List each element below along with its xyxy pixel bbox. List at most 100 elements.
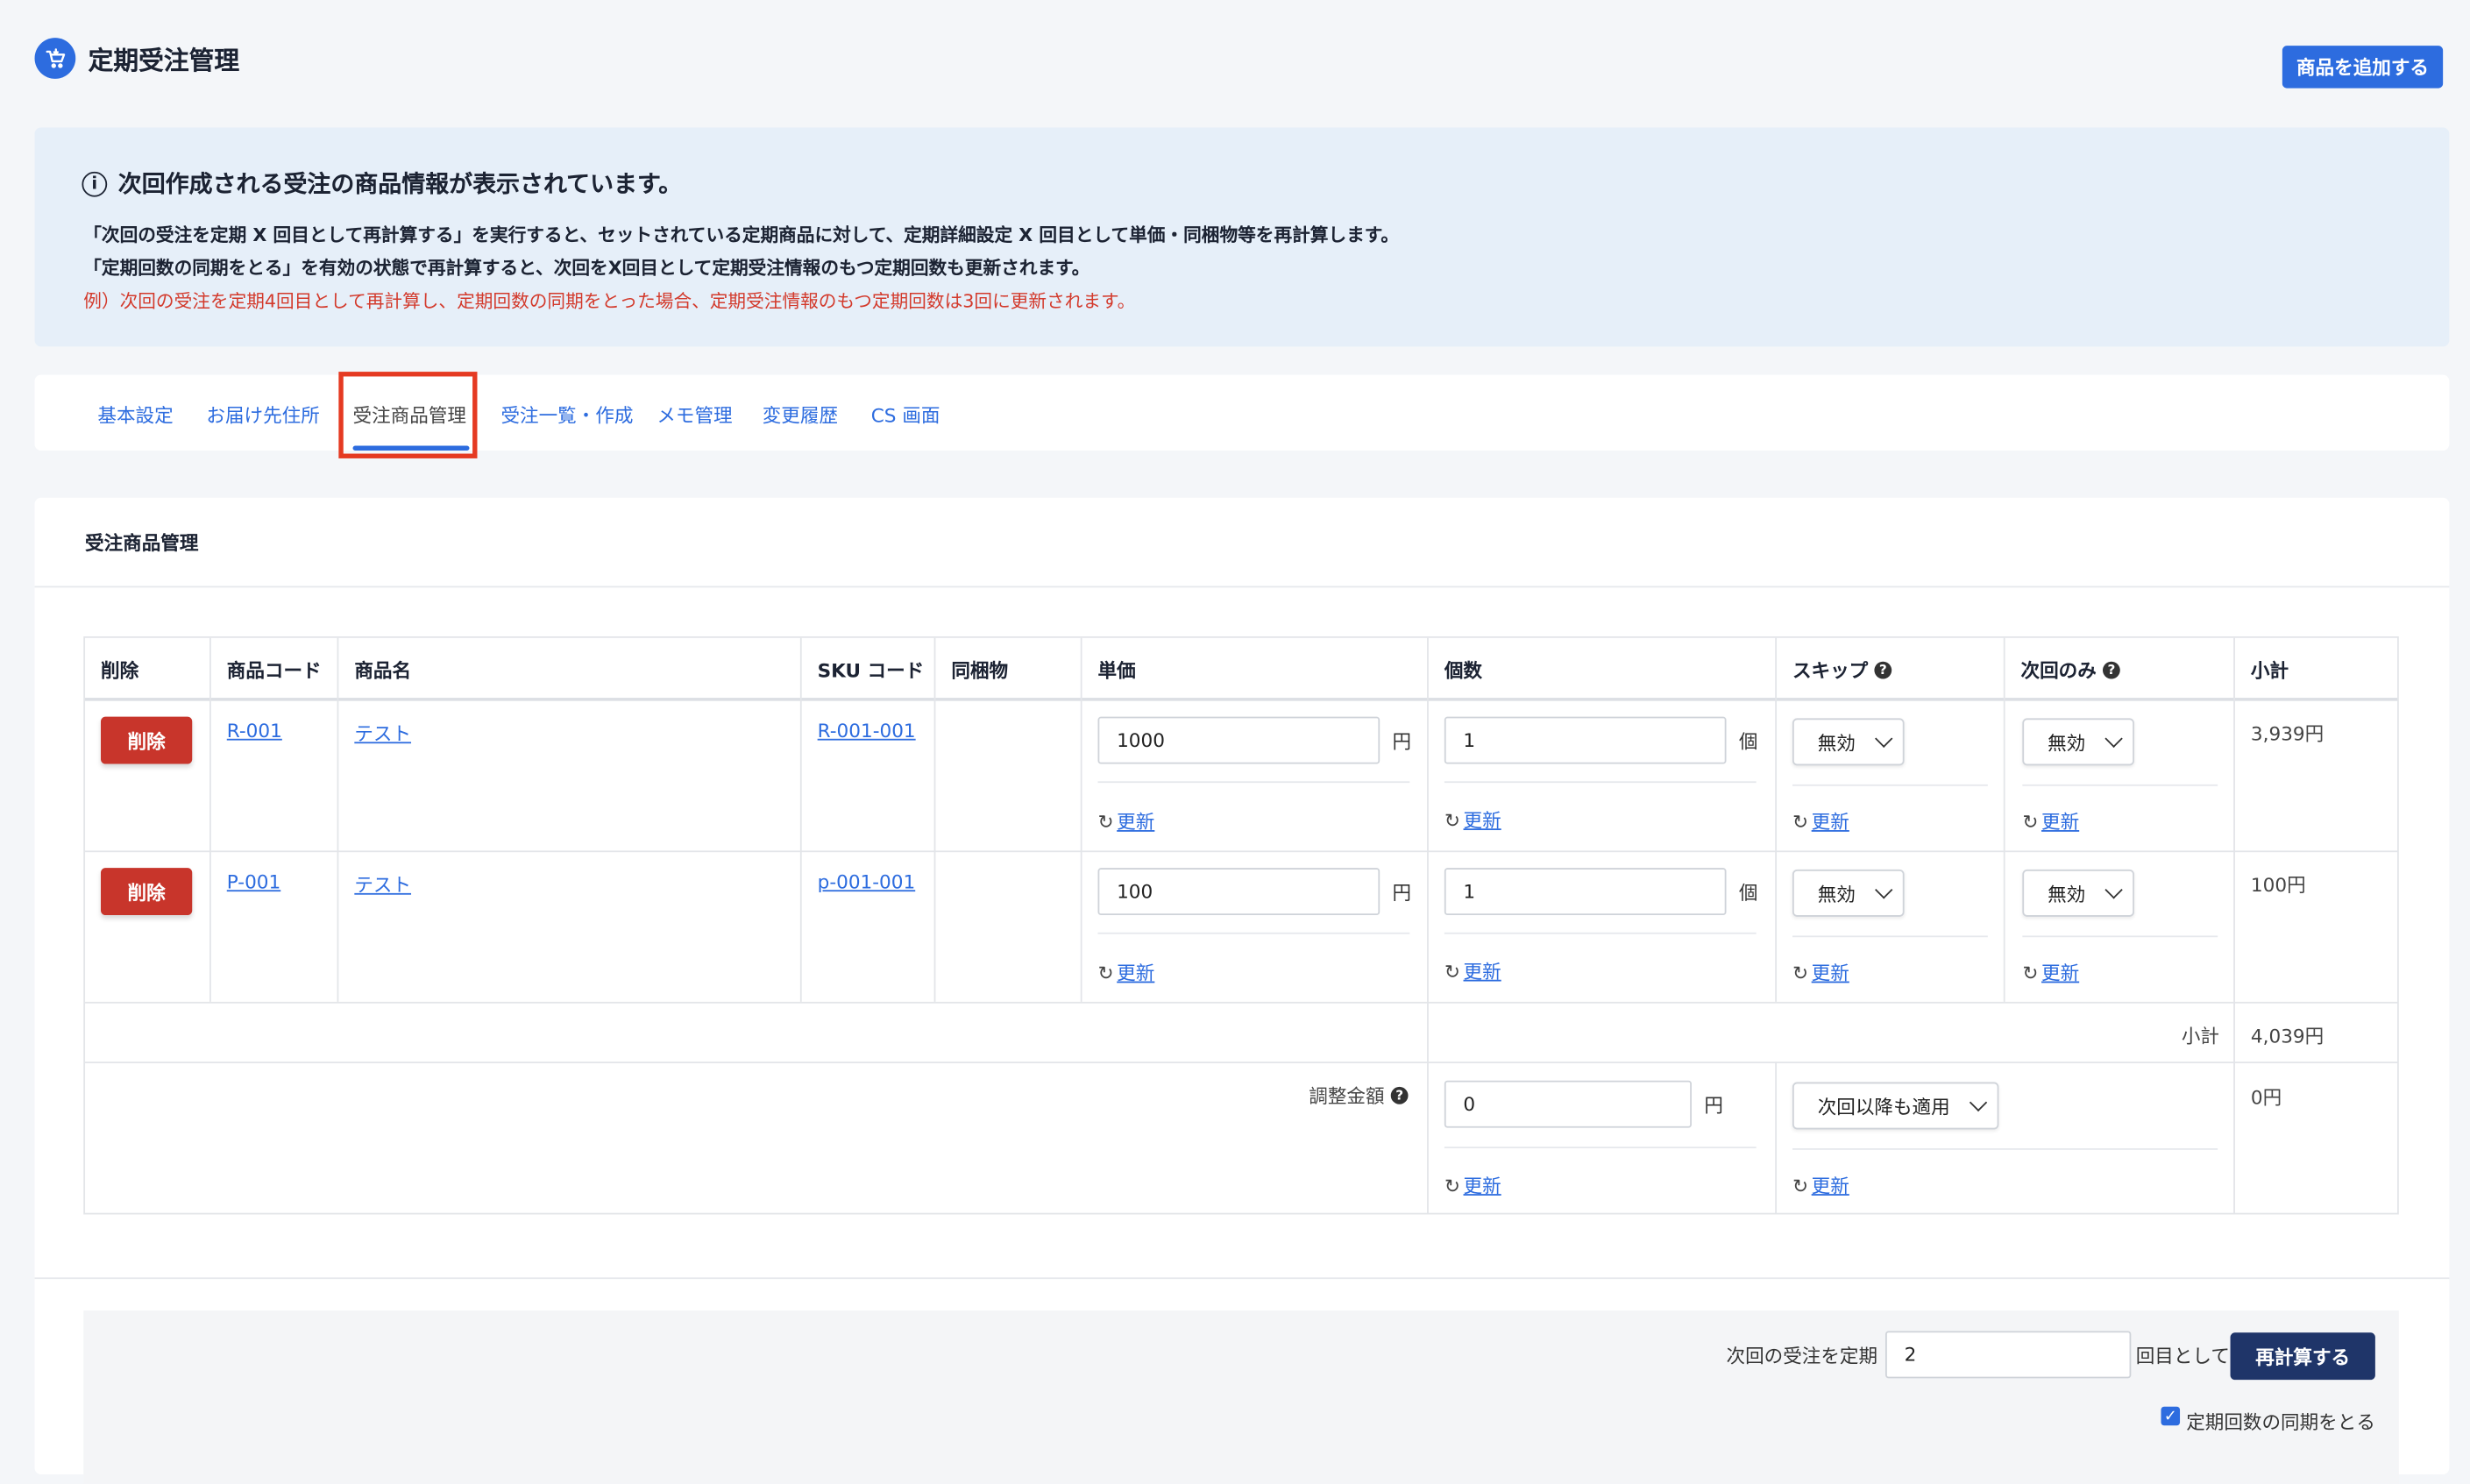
next-only-select[interactable]: 無効 [2022,869,2134,917]
adjustment-apply-value: 次回以降も適用 [1817,1095,1950,1118]
adjustment-apply-select[interactable]: 次回以降も適用 [1792,1082,1999,1130]
skip-value: 無効 [1817,731,1856,754]
refresh-icon: ↻ [1792,1174,1809,1196]
quantity-input[interactable] [1444,716,1727,764]
subtotal-value: 4,039円 [2250,1025,2324,1048]
delete-button[interactable]: 削除 [101,716,193,764]
tab-delivery-address[interactable]: お届け先住所 [206,401,319,429]
adjustment-input[interactable] [1444,1080,1692,1128]
refresh-icon: ↻ [1097,962,1114,984]
help-icon[interactable]: ? [2103,661,2120,679]
update-link[interactable]: ↻ 更新 [1098,808,1155,835]
header-unit-price: 単価 [1097,659,1136,683]
sync-checkbox[interactable]: ✓ [2161,1406,2181,1426]
cell-separator [1097,932,1410,934]
column-divider [933,637,936,1002]
row-divider [85,1001,2398,1004]
unit-price-input[interactable] [1097,716,1381,764]
cell-separator [1444,1147,1757,1149]
help-icon[interactable]: ? [1390,1086,1409,1104]
recalc-button[interactable]: 再計算する [2230,1332,2375,1381]
skip-select[interactable]: 無効 [1792,869,1905,917]
quantity-input[interactable] [1444,868,1727,916]
cell-separator [1792,1148,2218,1150]
product-name-link[interactable]: テスト [354,871,411,898]
update-link[interactable]: ↻ 更新 [1444,958,1501,985]
info-line-1: 「次回の受注を定期 X 回目として再計算する」を実行すると、セットされている定期… [83,224,1400,246]
tab-basic-settings[interactable]: 基本設定 [97,401,173,429]
update-label: 更新 [1117,811,1155,834]
column-divider [1080,637,1082,1002]
cart-icon [34,38,76,79]
unit-price-input[interactable] [1097,868,1381,916]
update-link[interactable]: ↻ 更新 [1792,959,1849,986]
tab-order-list[interactable]: 受注一覧・作成 [500,401,633,429]
header-skip-label: スキップ [1792,659,1869,683]
delete-button[interactable]: 削除 [101,868,193,916]
column-divider [337,637,339,1002]
tab-memo[interactable]: メモ管理 [657,401,732,429]
header-delete: 削除 [101,659,139,683]
cell-separator [2022,784,2218,786]
column-divider [2003,637,2005,1002]
skip-select[interactable]: 無効 [1792,718,1905,766]
refresh-icon: ↻ [1444,808,1460,831]
row-subtotal: 3,939円 [2250,722,2324,745]
column-divider [799,637,802,1002]
column-divider [1775,1062,1778,1215]
price-unit: 円 [1392,730,1412,753]
help-icon[interactable]: ? [1874,661,1892,679]
chevron-down-icon [1875,881,1893,899]
update-link[interactable]: ↻ 更新 [2022,959,2079,986]
product-code-link[interactable]: P-001 [227,871,280,893]
add-product-button[interactable]: 商品を追加する [2282,46,2444,89]
update-link[interactable]: ↻ 更新 [1098,959,1155,986]
update-label: 更新 [2041,962,2080,985]
cell-separator [1444,932,1757,934]
refresh-icon: ↻ [2022,962,2039,984]
subtotal-label: 小計 [2181,1025,2220,1048]
next-only-select[interactable]: 無効 [2022,718,2134,766]
cell-separator [1097,781,1410,784]
tab-history[interactable]: 変更履歴 [763,401,838,429]
highlight-box [338,372,478,458]
refresh-icon: ↻ [1792,962,1809,984]
update-link[interactable]: ↻ 更新 [2022,808,2079,835]
adjustment-label: 調整金額? [1309,1083,1409,1110]
header-product-code: 商品コード [226,659,322,683]
refresh-icon: ↻ [1444,1174,1460,1196]
recalc-panel: 次回の受注を定期 回目として 再計算する ✓ 定期回数の同期をとる [83,1310,2399,1484]
cell-separator [1792,935,1988,938]
info-icon: i [82,170,108,196]
tab-cs-screen[interactable]: CS 画面 [871,401,940,429]
product-name-link[interactable]: テスト [354,720,411,747]
next-only-value: 無効 [2048,883,2086,905]
update-link[interactable]: ↻ 更新 [1792,1172,1849,1199]
update-label: 更新 [2041,811,2080,834]
row-divider [85,1062,2398,1063]
sku-code-link[interactable]: p-001-001 [818,871,916,893]
header-next-only-label: 次回のみ [2020,659,2097,683]
row-subtotal: 100円 [2250,874,2306,897]
skip-value: 無効 [1817,883,1856,905]
product-code-link[interactable]: R-001 [227,720,282,742]
row-divider [85,850,2398,853]
header-sku-code: SKU コード [817,659,925,683]
qty-unit: 個 [1738,882,1758,905]
update-link[interactable]: ↻ 更新 [1444,806,1501,834]
chevron-down-icon [2104,881,2123,899]
refresh-icon: ↻ [1097,810,1114,833]
update-link[interactable]: ↻ 更新 [1444,1172,1501,1199]
refresh-icon: ↻ [1444,960,1460,983]
products-table: 削除 商品コード 商品名 SKU コード 同梱物 単価 個数 スキップ? 次回の… [83,635,2399,1215]
sku-code-link[interactable]: R-001-001 [818,720,916,742]
recalc-prefix: 次回の受注を定期 [1726,1345,1878,1367]
update-label: 更新 [1811,962,1849,985]
cell-separator [1792,784,1988,786]
refresh-icon: ↻ [2022,810,2039,833]
update-link[interactable]: ↻ 更新 [1792,808,1849,835]
next-only-value: 無効 [2048,731,2086,754]
chevron-down-icon [1969,1093,1988,1112]
column-divider [1427,637,1429,1215]
recalc-count-input[interactable] [1885,1331,2132,1379]
